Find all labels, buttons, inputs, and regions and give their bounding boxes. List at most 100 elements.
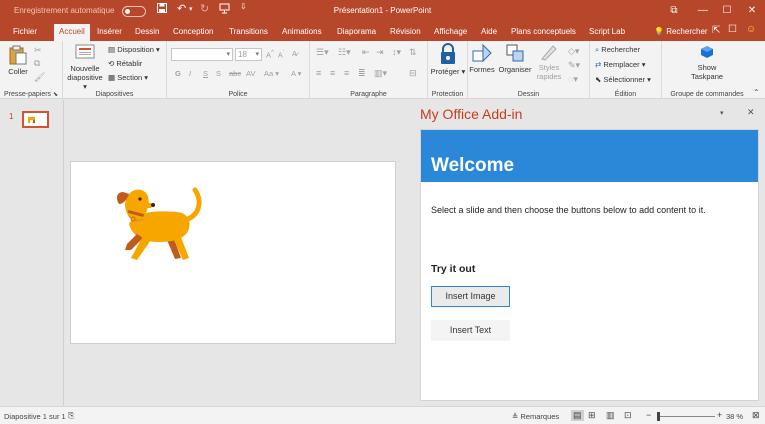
- share-icon[interactable]: ⇱: [712, 24, 720, 40]
- select-button[interactable]: ⬉ Sélectionner ▾: [595, 75, 651, 84]
- copy-icon[interactable]: ⧉: [34, 58, 40, 69]
- close-icon[interactable]: ✕: [741, 2, 763, 20]
- taskpane-close-icon[interactable]: ✕: [747, 107, 755, 118]
- font-color-button[interactable]: A ▾: [291, 69, 301, 78]
- try-it-heading: Try it out: [431, 263, 476, 275]
- align-left-icon[interactable]: ≡: [316, 68, 321, 78]
- reading-view-icon[interactable]: ▥: [606, 410, 615, 421]
- quick-styles-label-1: Styles: [538, 63, 560, 72]
- group-protection: Protéger ▾ Protection: [428, 41, 468, 99]
- find-button[interactable]: ⌕ Rechercher: [595, 45, 640, 55]
- paste-button[interactable]: Coller: [6, 45, 30, 76]
- shapes-button[interactable]: Formes: [468, 43, 496, 74]
- notes-button[interactable]: ≜ Remarques: [512, 412, 559, 421]
- slide-canvas[interactable]: [70, 161, 396, 344]
- welcome-heading: Welcome: [431, 155, 515, 176]
- text-direction-icon[interactable]: ⇅: [409, 47, 417, 58]
- spelling-check-icon[interactable]: ⎘: [68, 411, 74, 421]
- tab-script-lab[interactable]: Script Lab: [589, 25, 625, 41]
- tab-dessin[interactable]: Dessin: [135, 25, 159, 41]
- columns-icon[interactable]: ▥▾: [374, 68, 387, 79]
- underline-button[interactable]: S: [203, 69, 208, 78]
- strikethrough-button[interactable]: abc: [229, 69, 241, 78]
- arrange-button[interactable]: Organiser: [498, 43, 532, 74]
- tab-animations[interactable]: Animations: [282, 25, 322, 41]
- zoom-slider-track[interactable]: [660, 416, 715, 417]
- zoom-slider-thumb[interactable]: [657, 412, 660, 421]
- zoom-in-icon[interactable]: +: [717, 410, 722, 420]
- tab-accueil[interactable]: Accueil: [54, 24, 90, 41]
- slide-thumbnail[interactable]: [22, 111, 49, 128]
- slide-sorter-icon[interactable]: ⊞: [588, 410, 596, 421]
- dog-image[interactable]: [115, 182, 205, 264]
- find-icon: ⌕: [595, 45, 600, 54]
- tab-aide[interactable]: Aide: [481, 25, 497, 41]
- show-taskpane-button[interactable]: Show Taskpane: [682, 45, 732, 81]
- change-case-button[interactable]: Aa ▾: [264, 69, 279, 78]
- shadow-button[interactable]: S: [216, 69, 221, 78]
- char-spacing-button[interactable]: AV: [246, 69, 255, 78]
- shrink-font-icon[interactable]: Aˇ: [278, 50, 285, 59]
- decrease-indent-icon[interactable]: ⇤: [362, 47, 370, 58]
- tab-revision[interactable]: Révision: [390, 25, 421, 41]
- tab-affichage[interactable]: Affichage: [434, 25, 467, 41]
- quick-styles-icon: [541, 45, 557, 61]
- align-center-icon[interactable]: ≡: [330, 68, 335, 78]
- insert-text-button[interactable]: Insert Text: [431, 320, 510, 341]
- ribbon-tabs: Fichier Accueil Insérer Dessin Conceptio…: [0, 22, 765, 41]
- maximize-icon[interactable]: ☐: [716, 2, 738, 20]
- section-icon: ▦: [108, 73, 116, 82]
- feedback-smiley-icon[interactable]: ☺: [746, 23, 756, 39]
- minimize-icon[interactable]: —: [692, 2, 714, 20]
- layout-button[interactable]: ▤ Disposition ▾: [108, 45, 160, 54]
- normal-view-icon[interactable]: ▤: [571, 410, 584, 421]
- insert-image-button[interactable]: Insert Image: [431, 286, 510, 307]
- cut-icon[interactable]: ✂: [34, 45, 42, 56]
- tab-transitions[interactable]: Transitions: [229, 25, 268, 41]
- show-label-2: Taskpane: [690, 72, 724, 81]
- font-size-select[interactable]: 18 ▾: [235, 48, 262, 61]
- shape-outline-icon[interactable]: ✎▾: [568, 60, 580, 71]
- italic-button[interactable]: I: [189, 69, 191, 78]
- align-right-icon[interactable]: ≡: [344, 68, 349, 78]
- format-painter-icon[interactable]: 🖌: [34, 72, 45, 83]
- protect-button[interactable]: Protéger ▾: [430, 43, 466, 76]
- line-spacing-icon[interactable]: ↕▾: [392, 47, 401, 58]
- grow-font-icon[interactable]: A^: [266, 49, 274, 60]
- arrange-label: Organiser: [498, 65, 532, 74]
- replace-button[interactable]: ⇄ Remplacer ▾: [595, 60, 646, 69]
- tab-inserer[interactable]: Insérer: [97, 25, 122, 41]
- reset-button[interactable]: ⟲ Rétablir: [108, 59, 142, 68]
- taskpane-options-icon[interactable]: ▾: [720, 109, 724, 117]
- comments-icon[interactable]: ☐: [728, 23, 737, 39]
- shape-effects-icon[interactable]: ◌▾: [568, 74, 578, 85]
- increase-indent-icon[interactable]: ⇥: [376, 47, 384, 58]
- font-family-select[interactable]: ▾: [171, 48, 233, 61]
- fit-to-window-icon[interactable]: ⊠: [752, 410, 760, 421]
- ribbon-display-options-icon[interactable]: ⧉: [663, 2, 685, 20]
- section-button[interactable]: ▦ Section ▾: [108, 73, 148, 82]
- quick-styles-button[interactable]: Styles rapides: [534, 43, 564, 81]
- collapse-ribbon-icon[interactable]: ⌃: [753, 88, 760, 97]
- bold-button[interactable]: G: [175, 69, 181, 78]
- bullets-icon[interactable]: ☰▾: [316, 47, 329, 58]
- slide-count: Diapositive 1 sur 1: [4, 412, 66, 421]
- clear-format-icon[interactable]: A̷: [292, 49, 297, 58]
- zoom-out-icon[interactable]: −: [646, 410, 651, 420]
- tab-conception[interactable]: Conception: [173, 25, 213, 41]
- tab-fichier[interactable]: Fichier: [13, 25, 38, 41]
- justify-icon[interactable]: ≣: [358, 68, 366, 79]
- group-label-commands: Groupe de commandes: [670, 91, 744, 98]
- slideshow-icon[interactable]: ⊡: [624, 410, 632, 421]
- group-label-editing: Édition: [614, 91, 637, 98]
- new-slide-button[interactable]: Nouvelle diapositive ▾: [65, 44, 105, 91]
- shape-fill-icon[interactable]: ◇▾: [568, 46, 579, 57]
- tab-plans-conceptuels[interactable]: Plans conceptuels: [511, 25, 576, 41]
- tell-me-search[interactable]: 💡 Rechercher: [654, 27, 708, 36]
- align-text-icon[interactable]: ⊟: [409, 68, 417, 79]
- tab-diaporama[interactable]: Diaporama: [337, 25, 376, 41]
- office-addin-icon: [701, 46, 713, 58]
- numbering-icon[interactable]: ☷▾: [338, 47, 351, 58]
- zoom-level[interactable]: 38 %: [726, 412, 743, 421]
- lightbulb-icon: 💡: [654, 27, 664, 36]
